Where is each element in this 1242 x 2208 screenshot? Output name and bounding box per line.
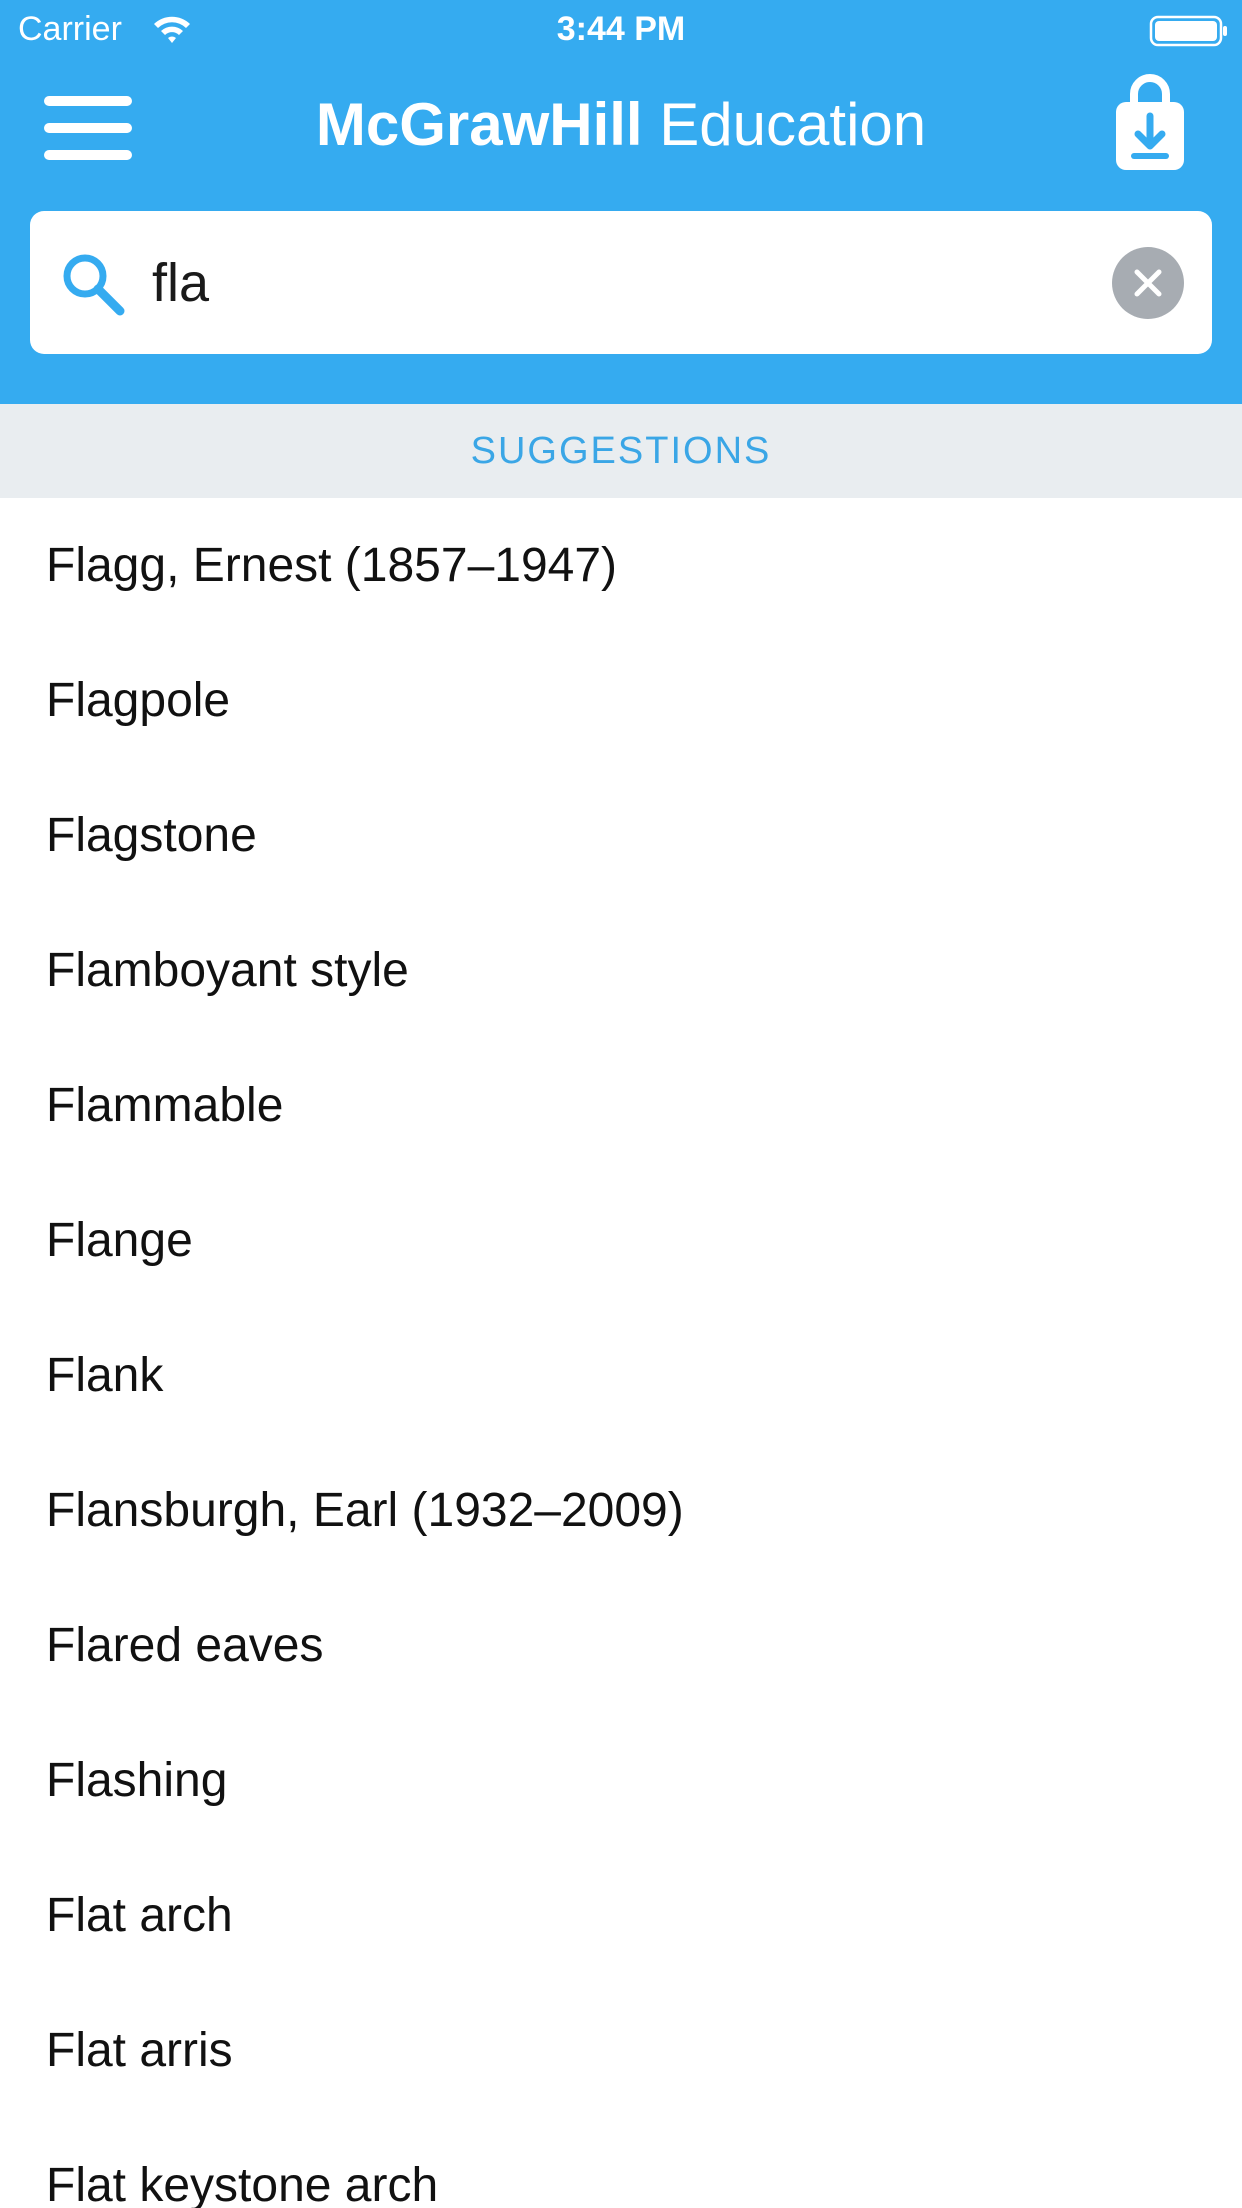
downloads-button[interactable] [1110,72,1190,178]
shopping-bag-download-icon [1116,74,1184,170]
list-item[interactable]: Flagpole [0,633,1242,768]
brand-subtitle: Education [659,91,927,158]
search-input[interactable] [152,241,1112,325]
clear-circle-x-icon [1134,269,1162,297]
list-item[interactable]: Flagstone [0,768,1242,903]
list-item[interactable]: Flammable [0,1038,1242,1173]
brand-name: McGrawHill [315,91,643,158]
clear-search-button[interactable] [1112,247,1184,319]
battery-icon [1149,15,1227,47]
list-item[interactable]: Flashing [0,1713,1242,1848]
list-item[interactable]: Flared eaves [0,1578,1242,1713]
status-bar: Carrier 3:44 PM [0,0,1242,62]
search-bar [30,211,1212,354]
list-item[interactable]: Flat arch [0,1848,1242,1983]
suggestions-list: Flagg, Ernest (1857–1947) Flagpole Flags… [0,498,1242,2208]
brand-title: McGrawHill Education [0,90,1242,159]
list-item[interactable]: Flamboyant style [0,903,1242,1038]
suggestions-header: SUGGESTIONS [0,404,1242,498]
nav-bar: McGrawHill Education [0,62,1242,192]
list-item[interactable]: Flansburgh, Earl (1932–2009) [0,1443,1242,1578]
list-item[interactable]: Flange [0,1173,1242,1308]
list-item[interactable]: Flat keystone arch [0,2118,1242,2208]
list-item[interactable]: Flagg, Ernest (1857–1947) [0,498,1242,633]
status-time: 3:44 PM [556,10,686,48]
app-header: Carrier 3:44 PM McGrawHill Education [0,0,1242,404]
search-icon [63,254,125,316]
list-item[interactable]: Flank [0,1308,1242,1443]
list-item[interactable]: Flat arris [0,1983,1242,2118]
